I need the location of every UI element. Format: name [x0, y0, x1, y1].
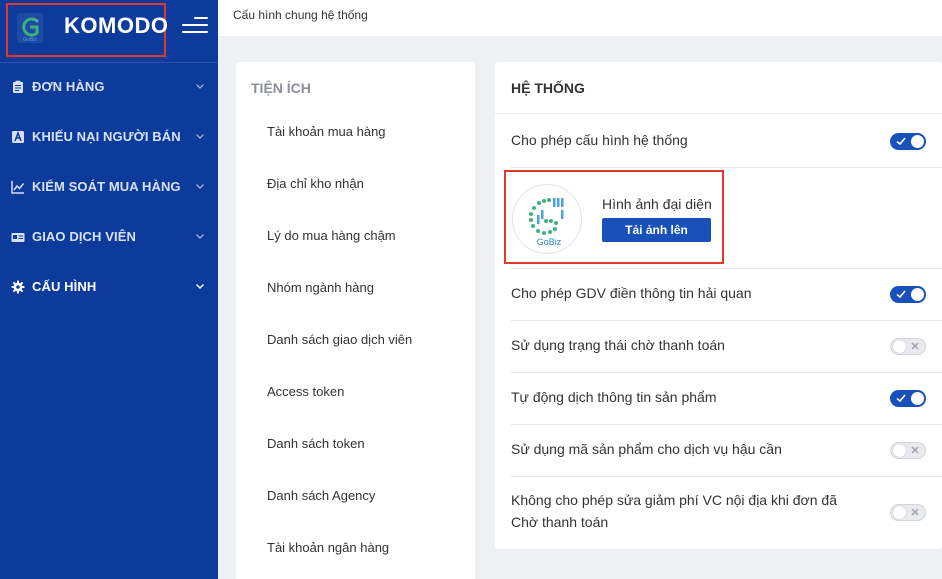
divider — [511, 167, 942, 168]
utilities-panel: TIỆN ÍCH Tài khoản mua hàng Địa chỉ kho … — [236, 62, 475, 579]
divider — [511, 320, 942, 321]
link-receiving-warehouse[interactable]: Địa chỉ kho nhận — [267, 176, 364, 191]
sidebar-item-label: KHIẾU NẠI NGƯỜI BÁN — [32, 129, 181, 144]
breadcrumb: Cấu hình chung hệ thống — [233, 8, 368, 22]
sidebar-item-label: ĐƠN HÀNG — [32, 79, 105, 94]
chevron-down-icon — [196, 134, 204, 139]
link-trader-list[interactable]: Danh sách giao dịch viên — [267, 332, 412, 347]
menu-toggle-icon[interactable] — [180, 13, 208, 37]
divider — [511, 424, 942, 425]
domestic-fee-lock-toggle[interactable] — [890, 504, 926, 521]
link-purchase-accounts[interactable]: Tài khoản mua hàng — [267, 124, 386, 139]
link-token-list[interactable]: Danh sách token — [267, 436, 365, 451]
link-bank-accounts[interactable]: Tài khoản ngân hàng — [267, 540, 389, 555]
link-agency-list[interactable]: Danh sách Agency — [267, 488, 375, 503]
divider — [511, 372, 942, 373]
chevron-down-icon — [196, 284, 204, 289]
sidebar-item-label: CẤU HÌNH — [32, 279, 97, 294]
setting-label: Sử dụng mã sản phẩm cho dịch vụ hậu cần — [511, 441, 782, 457]
close-icon — [911, 446, 919, 454]
avatar-label: Hình ảnh đại diện — [602, 196, 712, 212]
sidebar-item-label: GIAO DỊCH VIÊN — [32, 229, 136, 244]
gobiz-logo-icon: GoBiz — [17, 13, 43, 43]
system-panel: HỆ THỐNG Cho phép cấu hình hệ thống GoBi… — [495, 62, 942, 549]
brand-name: KOMODO — [64, 13, 169, 38]
gear-icon — [11, 280, 25, 294]
top-bar: Cấu hình chung hệ thống — [218, 0, 942, 36]
link-slow-purchase-reasons[interactable]: Lý do mua hàng chậm — [267, 228, 396, 243]
sidebar-item-traders[interactable]: GIAO DỊCH VIÊN — [0, 219, 218, 255]
avatar-section: GoBiz Hình ảnh đại diện Tải ảnh lên — [504, 170, 724, 264]
brand-area: GoBiz KOMODO — [6, 3, 169, 57]
setting-label: Cho phép GDV điền thông tin hải quan — [511, 285, 752, 301]
auto-translate-toggle[interactable] — [890, 390, 926, 407]
link-product-categories[interactable]: Nhóm ngành hàng — [267, 280, 374, 295]
chevron-down-icon — [196, 84, 204, 89]
avatar: GoBiz — [512, 184, 582, 254]
check-icon — [896, 137, 906, 146]
check-icon — [896, 290, 906, 299]
line-chart-icon — [11, 181, 25, 194]
divider — [495, 113, 942, 114]
sidebar-item-label: KIỂM SOÁT MUA HÀNG — [32, 179, 181, 194]
clipboard-icon — [13, 80, 23, 93]
system-title: HỆ THỐNG — [511, 80, 585, 96]
sidebar-item-seller-complaints[interactable]: KHIẾU NẠI NGƯỜI BÁN — [0, 119, 218, 155]
sidebar-item-settings[interactable]: CẤU HÌNH — [0, 269, 218, 305]
setting-label: Cho phép cấu hình hệ thống — [511, 132, 688, 148]
chevron-down-icon — [196, 234, 204, 239]
close-icon — [911, 342, 919, 350]
sidebar-item-orders[interactable]: ĐƠN HÀNG — [0, 69, 218, 105]
divider — [511, 476, 942, 477]
close-icon — [911, 508, 919, 516]
chevron-down-icon — [196, 184, 204, 189]
setting-label: Chờ thanh toán — [511, 514, 609, 530]
sidebar: GoBiz KOMODO ĐƠN HÀNG KHIẾU NẠI NGƯỜI BÁ… — [0, 0, 218, 579]
sidebar-item-purchase-control[interactable]: KIỂM SOÁT MUA HÀNG — [0, 169, 218, 205]
setting-label: Không cho phép sửa giảm phí VC nội địa k… — [511, 492, 837, 508]
divider — [511, 268, 942, 269]
svg-text:GoBiz: GoBiz — [23, 37, 37, 43]
setting-label: Tự động dịch thông tin sản phẩm — [511, 389, 717, 405]
sidebar-divider — [0, 62, 218, 63]
check-icon — [896, 394, 906, 403]
logistics-product-code-toggle[interactable] — [890, 442, 926, 459]
customs-info-toggle[interactable] — [890, 286, 926, 303]
upload-image-button[interactable]: Tải ảnh lên — [602, 218, 711, 242]
svg-text:GoBiz: GoBiz — [537, 237, 562, 247]
id-card-icon — [11, 233, 25, 242]
setting-label: Sử dụng trạng thái chờ thanh toán — [511, 337, 725, 353]
link-access-token[interactable]: Access token — [267, 384, 344, 399]
utilities-title: TIỆN ÍCH — [251, 80, 311, 96]
pending-payment-toggle[interactable] — [890, 338, 926, 355]
gobiz-logo-icon: GoBiz — [529, 198, 564, 247]
allow-config-toggle[interactable] — [890, 133, 926, 150]
letter-a-box-icon — [12, 130, 24, 143]
